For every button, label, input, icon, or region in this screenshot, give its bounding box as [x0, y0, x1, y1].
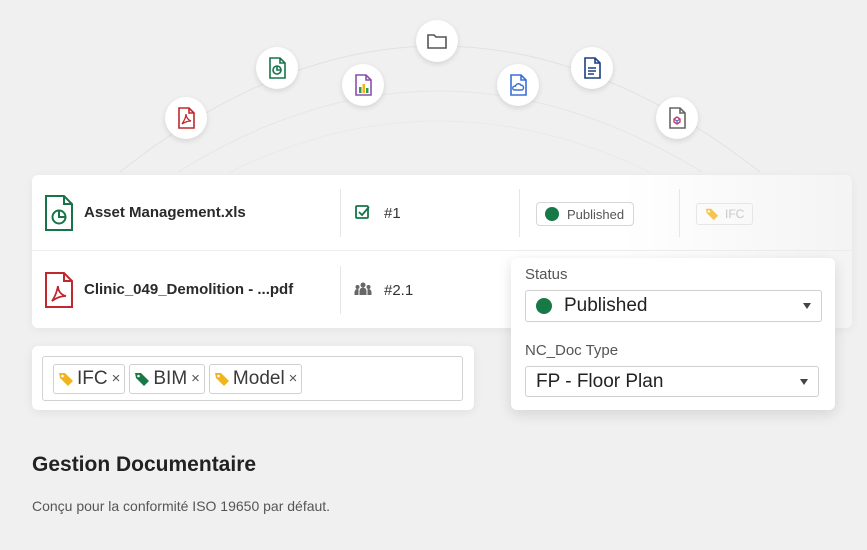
chart-file-icon [342, 64, 384, 106]
spreadsheet-file-icon [45, 195, 73, 231]
tag-text: IFC [725, 207, 745, 221]
folder-icon [416, 20, 458, 62]
table-row[interactable]: Asset Management.xls #1 Published IFC [32, 175, 852, 251]
status-select[interactable]: Published [525, 290, 822, 322]
tag-label: Model [232, 367, 285, 389]
status-label: Status [525, 266, 568, 283]
group-icon [354, 282, 372, 295]
revision-number: #2.1 [384, 282, 414, 299]
file-name[interactable]: Clinic_049_Demolition - ...pdf [84, 281, 293, 298]
model-file-icon [656, 97, 698, 139]
column-divider [679, 189, 680, 237]
cloud-file-icon [497, 64, 539, 106]
tag-icon [59, 372, 73, 386]
doctype-select[interactable]: FP - Floor Plan [525, 366, 819, 397]
column-divider [519, 189, 520, 237]
tags-card: IFC × BIM × Model × [32, 346, 474, 410]
remove-tag-button[interactable]: × [112, 370, 121, 387]
status-dot [545, 207, 559, 221]
doctype-select-value: FP - Floor Plan [536, 370, 664, 392]
properties-panel: Status Published NC_Doc Type FP - Floor … [511, 258, 835, 410]
remove-tag-button[interactable]: × [289, 370, 298, 387]
tags-input[interactable]: IFC × BIM × Model × [42, 356, 463, 401]
tag-chip[interactable]: IFC × [53, 363, 126, 394]
tag-label: BIM [153, 367, 188, 389]
pdf-file-icon [165, 97, 207, 139]
tag-badge: IFC [696, 203, 754, 225]
tag-chip[interactable]: BIM × [129, 363, 205, 394]
tag-icon [705, 208, 719, 221]
tag-icon [135, 372, 150, 386]
tag-chip[interactable]: Model × [208, 363, 303, 394]
spreadsheet-file-icon [256, 47, 298, 89]
tag-label: IFC [77, 367, 108, 389]
status-text: Published [567, 206, 625, 222]
remove-tag-button[interactable]: × [191, 370, 200, 387]
doctype-label: NC_Doc Type [525, 342, 619, 359]
column-divider [340, 266, 341, 314]
status-badge: Published [536, 202, 635, 226]
chevron-down-icon [803, 303, 811, 309]
document-file-icon [571, 47, 613, 89]
pdf-file-icon [45, 272, 73, 308]
section-heading: Gestion Documentaire [32, 453, 257, 476]
chevron-down-icon [800, 378, 808, 385]
revision-number: #1 [384, 205, 401, 222]
file-name[interactable]: Asset Management.xls [84, 204, 246, 221]
checkbox-icon [355, 205, 370, 219]
section-description: Conçu pour la conformité ISO 19650 par d… [32, 498, 331, 514]
tag-icon [214, 372, 229, 386]
status-dot [536, 298, 552, 314]
column-divider [340, 189, 341, 237]
status-select-value: Published [564, 295, 648, 316]
